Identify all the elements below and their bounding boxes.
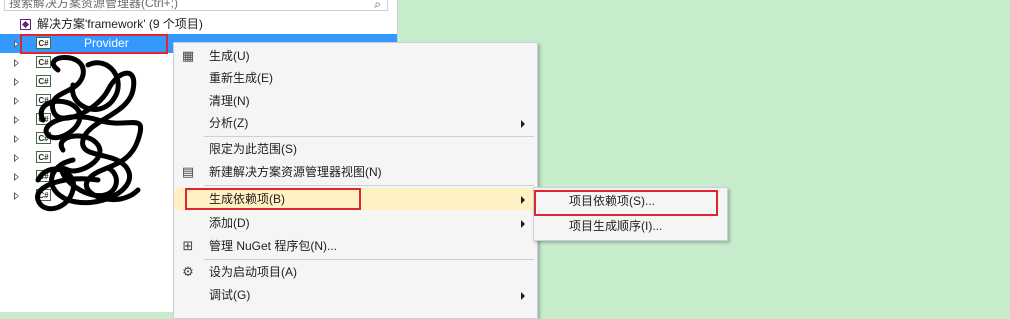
build-dependencies-submenu: 项目依赖项(S)... 项目生成顺序(I)... [533,187,728,241]
expand-arrow-icon[interactable] [14,59,19,67]
menu-item-build[interactable]: ▦ 生成(U) [174,45,535,67]
csharp-project-icon: C# [36,37,51,49]
expand-arrow-icon[interactable] [14,154,19,162]
solution-node[interactable]: 解决方案'framework' (9 个项目) [0,15,397,34]
search-placeholder: 搜索解决方案资源管理器(Ctrl+;) [9,0,178,10]
menu-item-label: 设为启动项目(A) [209,265,297,279]
menu-item-label: 分析(Z) [209,116,249,130]
expand-arrow-icon[interactable] [14,40,19,48]
expand-arrow-icon[interactable] [14,78,19,86]
menu-item-rebuild[interactable]: 重新生成(E) [174,67,535,89]
expand-arrow-icon[interactable] [14,173,19,181]
menu-item-label: 项目依赖项(S)... [569,194,655,208]
submenu-arrow-icon [521,292,525,300]
menu-item-analyze[interactable]: 分析(Z) [174,112,535,134]
search-icon[interactable]: ⌕ [374,0,381,10]
submenu-item-project-dependencies[interactable]: 项目依赖项(S)... [534,190,725,212]
menu-item-add[interactable]: 添加(D) [174,212,535,234]
menu-item-label: 重新生成(E) [209,71,273,85]
menu-item-label: 生成(U) [209,49,250,63]
menu-item-label: 生成依赖项(B) [209,192,285,206]
menu-item-clean[interactable]: 清理(N) [174,90,535,112]
menu-item-label: 新建解决方案资源管理器视图(N) [209,165,382,179]
submenu-arrow-icon [521,120,525,128]
expand-arrow-icon[interactable] [14,192,19,200]
expand-arrow-icon[interactable] [14,135,19,143]
menu-item-label: 调试(G) [209,288,251,302]
menu-item-label: 清理(N) [209,94,250,108]
menu-item-label: 管理 NuGet 程序包(N)... [209,239,338,253]
expand-arrow-icon[interactable] [14,97,19,105]
new-view-icon: ▤ [181,164,195,179]
menu-item-label: 添加(D) [209,216,250,230]
menu-item-label: 限定为此范围(S) [209,142,297,156]
expand-arrow-icon[interactable] [14,116,19,124]
menu-separator [204,136,534,137]
redaction-scribble [35,55,144,212]
menu-item-debug[interactable]: 调试(G) [174,284,535,306]
submenu-arrow-icon [521,220,525,228]
menu-item-label: 项目生成顺序(I)... [569,219,663,233]
menu-item-new-explorer-view[interactable]: ▤ 新建解决方案资源管理器视图(N) [174,161,535,183]
solution-icon [20,19,31,30]
submenu-item-build-order[interactable]: 项目生成顺序(I)... [534,215,725,237]
nuget-icon: ⊞ [182,238,194,253]
context-menu: ▦ 生成(U) 重新生成(E) 清理(N) 分析(Z) 限定为此范围(S) ▤ … [173,42,538,319]
menu-item-build-dependencies[interactable]: 生成依赖项(B) [174,188,535,210]
menu-separator [204,259,534,260]
build-icon: ▦ [181,48,195,63]
menu-item-manage-nuget[interactable]: ⊞ 管理 NuGet 程序包(N)... [174,235,535,257]
search-input[interactable]: 搜索解决方案资源管理器(Ctrl+;) ⌕ [4,0,388,11]
menu-item-scope-to-this[interactable]: 限定为此范围(S) [174,138,535,160]
menu-separator [204,185,534,186]
gear-icon: ⚙ [182,264,194,279]
solution-label: 解决方案'framework' (9 个项目) [37,17,203,31]
menu-item-set-startup[interactable]: ⚙ 设为启动项目(A) [174,261,535,283]
submenu-arrow-icon [521,196,525,204]
